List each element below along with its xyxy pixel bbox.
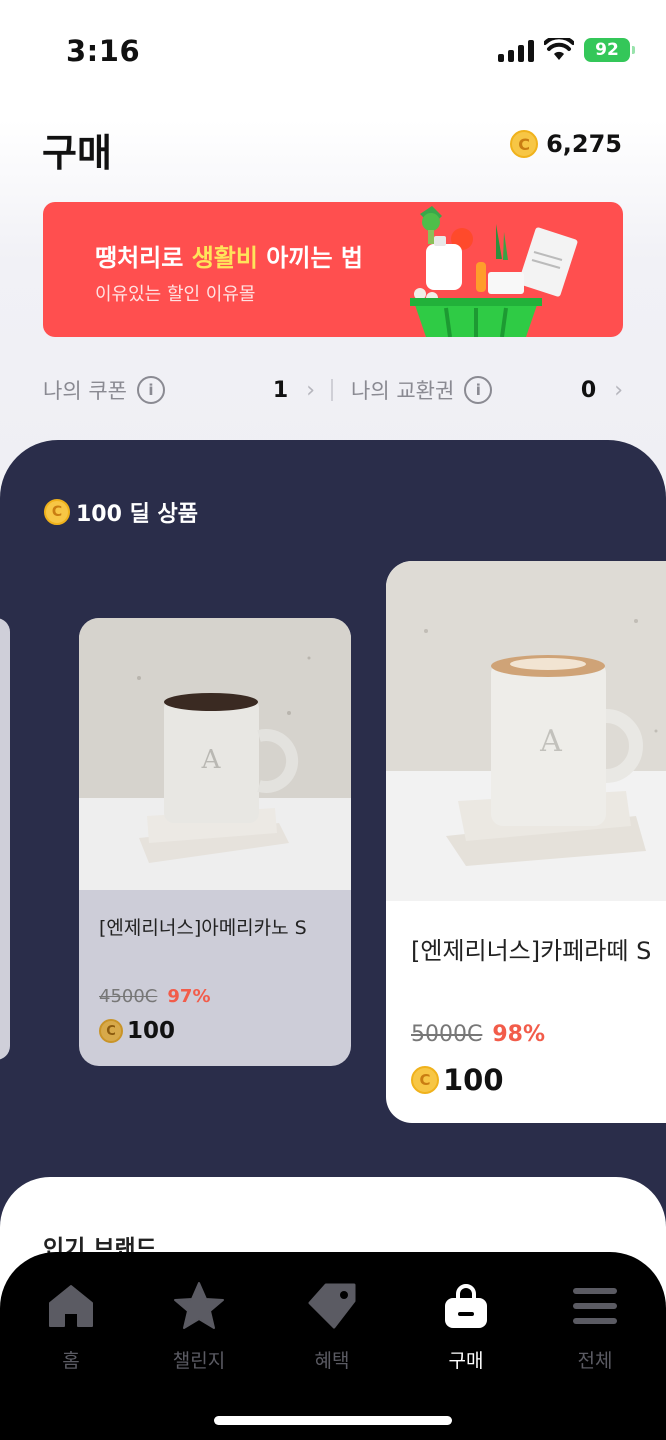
deal-section: C 100 딜 상품 A [엔제리너스]아메리카노 S 4500C 97% C …: [0, 440, 666, 1240]
banner-title: 땡처리로 생활비 아끼는 법: [95, 244, 363, 272]
product-card[interactable]: A [엔제리너스]카페라떼 S 5000C 98% C 100: [386, 561, 666, 1123]
home-indicator[interactable]: [214, 1416, 452, 1425]
home-icon: [45, 1280, 97, 1332]
product-card[interactable]: A [엔제리너스]아메리카노 S 4500C 97% C 100: [79, 618, 351, 1066]
battery-level: 92: [595, 40, 619, 60]
deal-section-title: C 100 딜 상품: [44, 496, 198, 528]
discount-rate: 97%: [167, 986, 211, 1007]
coin-icon: C: [99, 1019, 123, 1043]
nav-item-benefits[interactable]: 혜택: [277, 1280, 387, 1373]
deal-price: C 100: [411, 1063, 504, 1097]
nav-label: 혜택: [314, 1350, 350, 1372]
chevron-right-icon: ›: [306, 377, 315, 403]
points-balance[interactable]: C 6,275: [510, 130, 622, 158]
shopping-bag-icon: [440, 1280, 492, 1332]
americano-mug-image: A: [79, 618, 351, 890]
my-voucher-label: 나의 교환권: [351, 379, 455, 403]
nav-label: 홈: [62, 1350, 80, 1372]
my-voucher-count: 0: [580, 377, 597, 403]
discount-rate: 98%: [492, 1022, 546, 1047]
nav-label: 전체: [577, 1350, 613, 1372]
banner-title-highlight: 생활비: [191, 244, 258, 272]
grocery-basket-illustration: [410, 206, 578, 337]
price-row: 5000C 98%: [411, 1022, 545, 1047]
info-icon[interactable]: i: [136, 376, 165, 404]
cellular-signal-icon: [498, 38, 534, 62]
nav-item-purchase[interactable]: 구매: [411, 1280, 521, 1373]
deal-price: C 100: [99, 1018, 175, 1044]
tag-icon: [306, 1280, 358, 1332]
original-price: 5000C: [411, 1022, 483, 1047]
coupon-row: 나의 쿠폰 i 1 › 나의 교환권 i 0 ›: [43, 372, 623, 408]
svg-text:A: A: [201, 745, 222, 775]
nav-label: 챌린지: [172, 1350, 226, 1372]
my-coupon-label: 나의 쿠폰: [43, 379, 127, 403]
star-icon: [173, 1280, 225, 1332]
nav-label: 구매: [448, 1350, 484, 1372]
coin-icon: C: [44, 499, 70, 525]
divider: [331, 379, 333, 401]
my-coupon-link[interactable]: 나의 쿠폰 i 1 ›: [43, 375, 315, 405]
product-name: [엔제리너스]카페라떼 S: [411, 937, 652, 965]
promo-banner[interactable]: 땡처리로 생활비 아끼는 법 이유있는 할인 이유몰: [43, 202, 623, 337]
nav-item-all[interactable]: 전체: [540, 1280, 650, 1373]
status-time: 3:16: [66, 34, 141, 68]
bottom-nav: 홈 챌린지 혜택 구매 전체: [0, 1252, 666, 1440]
status-icons: 92: [498, 38, 635, 62]
wifi-icon: [544, 38, 574, 60]
page-title: 구매: [42, 131, 112, 175]
nav-item-home[interactable]: 홈: [16, 1280, 126, 1373]
coin-icon: C: [510, 130, 539, 158]
original-price: 4500C: [99, 986, 158, 1007]
latte-mug-image: A: [386, 561, 666, 901]
nav-item-challenge[interactable]: 챌린지: [144, 1280, 254, 1373]
banner-subtitle: 이유있는 할인 이유몰: [95, 284, 256, 305]
price-row: 4500C 97%: [99, 986, 210, 1007]
points-value: 6,275: [546, 130, 622, 158]
my-voucher-link[interactable]: 나의 교환권 i 0 ›: [351, 375, 623, 405]
my-coupon-count: 1: [272, 377, 289, 403]
product-card-partial[interactable]: [0, 618, 10, 1060]
chevron-right-icon: ›: [614, 377, 623, 403]
info-icon[interactable]: i: [464, 376, 493, 404]
coin-icon: C: [411, 1066, 439, 1094]
svg-text:A: A: [539, 724, 562, 759]
menu-icon: [569, 1280, 621, 1332]
battery-icon: 92: [584, 38, 635, 62]
product-name: [엔제리너스]아메리카노 S: [99, 917, 307, 939]
